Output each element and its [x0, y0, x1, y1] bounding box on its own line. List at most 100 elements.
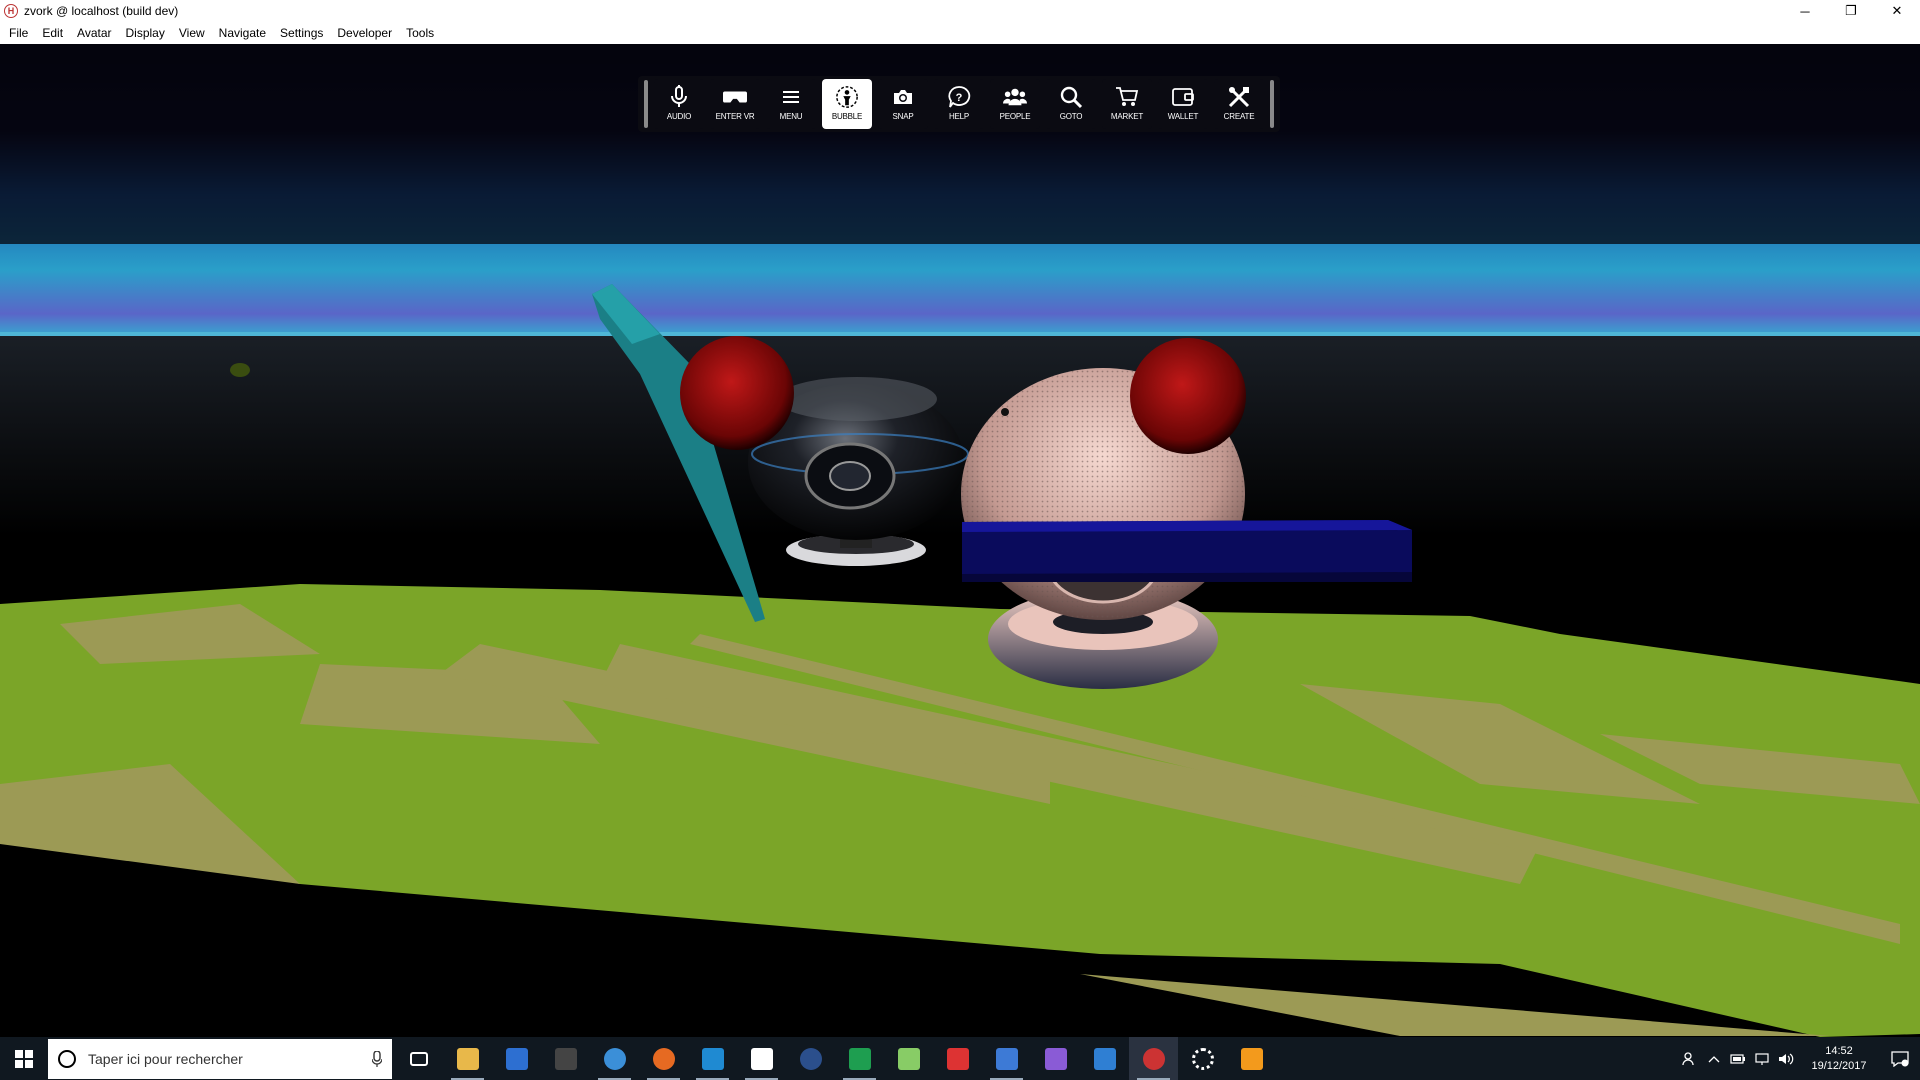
store-icon	[505, 1047, 528, 1070]
file-explorer-icon	[456, 1047, 479, 1070]
taskbar-app-window-app[interactable]	[1080, 1037, 1129, 1080]
menu-label: MENU	[779, 112, 803, 121]
vpn-icon	[799, 1047, 822, 1070]
taskbar-app-paint[interactable]	[933, 1037, 982, 1080]
network-icon[interactable]	[1750, 1052, 1774, 1066]
people-tray-icon[interactable]	[1678, 1051, 1702, 1067]
svg-text:?: ?	[956, 92, 963, 104]
taskbar-app-vpn[interactable]	[786, 1037, 835, 1080]
taskbar-app-vscode[interactable]	[688, 1037, 737, 1080]
help-label: HELP	[948, 112, 970, 121]
hud-toolbar: AUDIO ENTER VR MENU BUBBLE SNAP ? HELP P…	[638, 76, 1280, 132]
market-label: MARKET	[1110, 112, 1144, 121]
create-button[interactable]: CREATE	[1214, 79, 1264, 129]
taskbar-search-box[interactable]: Taper ici pour rechercher	[48, 1038, 392, 1079]
window-controls: ─ ❐ ✕	[1782, 0, 1920, 22]
document-icon	[995, 1047, 1018, 1070]
taskbar-app-fox-app[interactable]	[1227, 1037, 1276, 1080]
start-button[interactable]	[0, 1037, 48, 1080]
taskbar-apps	[394, 1037, 1276, 1080]
menu-tools[interactable]: Tools	[399, 22, 441, 44]
calculator-icon	[554, 1047, 577, 1070]
taskbar-app-sheets[interactable]	[835, 1037, 884, 1080]
taskbar-app-document[interactable]	[982, 1037, 1031, 1080]
menu-avatar[interactable]: Avatar	[70, 22, 118, 44]
notification-icon	[1891, 1050, 1909, 1067]
audio-button[interactable]: AUDIO	[654, 79, 704, 129]
hamburger-menu-icon	[779, 85, 803, 109]
volume-icon[interactable]	[1774, 1052, 1798, 1066]
audio-label: AUDIO	[666, 112, 692, 121]
restore-button[interactable]: ❐	[1828, 0, 1874, 22]
taskbar-app-settings-gear[interactable]	[1178, 1037, 1227, 1080]
windows-logo-icon	[15, 1049, 33, 1068]
camera-icon	[891, 85, 915, 109]
taskbar-app-highfidelity[interactable]	[1129, 1037, 1178, 1080]
menu-file[interactable]: File	[2, 22, 35, 44]
window-title: zvork @ localhost (build dev)	[24, 4, 179, 18]
taskbar-app-store[interactable]	[492, 1037, 541, 1080]
minimize-button[interactable]: ─	[1782, 0, 1828, 22]
visual-studio-icon	[1044, 1047, 1067, 1070]
taskbar-app-file-explorer[interactable]	[443, 1037, 492, 1080]
cortana-icon	[58, 1049, 76, 1068]
sheets-icon	[848, 1047, 871, 1070]
people-label: PEOPLE	[999, 112, 1031, 121]
clock-time: 14:52	[1825, 1044, 1853, 1057]
snap-button[interactable]: SNAP	[878, 79, 928, 129]
close-button[interactable]: ✕	[1874, 0, 1920, 22]
microphone-icon	[667, 85, 691, 109]
menu-settings[interactable]: Settings	[273, 22, 330, 44]
firefox-icon	[652, 1047, 675, 1070]
taskbar-app-edge[interactable]	[590, 1037, 639, 1080]
menu-developer[interactable]: Developer	[330, 22, 399, 44]
snap-label: SNAP	[892, 112, 914, 121]
help-button[interactable]: ? HELP	[934, 79, 984, 129]
battery-icon[interactable]	[1726, 1053, 1750, 1064]
menu-display[interactable]: Display	[119, 22, 172, 44]
toolbar-left-handle[interactable]	[644, 80, 648, 128]
bubble-label: BUBBLE	[831, 112, 863, 121]
highfidelity-icon	[1142, 1047, 1165, 1070]
taskbar-app-visual-studio[interactable]	[1031, 1037, 1080, 1080]
people-button[interactable]: PEOPLE	[990, 79, 1040, 129]
vr-headset-icon	[723, 85, 747, 109]
action-center-button[interactable]	[1880, 1050, 1920, 1067]
goto-button[interactable]: GOTO	[1046, 79, 1096, 129]
menu-bar: File Edit Avatar Display View Navigate S…	[0, 22, 1920, 44]
people-icon	[1003, 85, 1027, 109]
enter-vr-button[interactable]: ENTER VR	[710, 79, 760, 129]
search-placeholder: Taper ici pour rechercher	[88, 1050, 243, 1067]
system-clock[interactable]: 14:52 19/12/2017	[1804, 1044, 1874, 1074]
vscode-icon	[701, 1047, 724, 1070]
3d-viewport[interactable]: AUDIO ENTER VR MENU BUBBLE SNAP ? HELP P…	[0, 44, 1920, 1037]
paint-icon	[946, 1047, 969, 1070]
chevron-up-icon[interactable]	[1702, 1055, 1726, 1063]
wallet-button[interactable]: WALLET	[1158, 79, 1208, 129]
goto-label: GOTO	[1059, 112, 1083, 121]
taskbar-app-task-view[interactable]	[394, 1037, 443, 1080]
microphone-icon[interactable]	[362, 1050, 392, 1067]
menu-button[interactable]: MENU	[766, 79, 816, 129]
taskbar-app-firefox[interactable]	[639, 1037, 688, 1080]
toolbar-right-handle[interactable]	[1270, 80, 1274, 128]
clock-date: 19/12/2017	[1811, 1059, 1867, 1072]
menu-edit[interactable]: Edit	[35, 22, 70, 44]
create-label: CREATE	[1223, 112, 1255, 121]
taskbar-app-slack[interactable]	[737, 1037, 786, 1080]
menu-navigate[interactable]: Navigate	[212, 22, 273, 44]
bubble-button[interactable]: BUBBLE	[822, 79, 872, 129]
fox-app-icon	[1240, 1047, 1263, 1070]
task-view-icon	[409, 1051, 428, 1066]
help-icon: ?	[947, 85, 971, 109]
edge-icon	[603, 1047, 626, 1070]
taskbar-app-calculator[interactable]	[541, 1037, 590, 1080]
virtual-world-scene[interactable]	[0, 44, 1920, 1037]
wallet-label: WALLET	[1167, 112, 1199, 121]
menu-view[interactable]: View	[172, 22, 212, 44]
git-icon	[897, 1047, 920, 1070]
market-button[interactable]: MARKET	[1102, 79, 1152, 129]
search-icon	[1059, 85, 1083, 109]
enter-vr-label: ENTER VR	[715, 112, 755, 121]
taskbar-app-git[interactable]	[884, 1037, 933, 1080]
